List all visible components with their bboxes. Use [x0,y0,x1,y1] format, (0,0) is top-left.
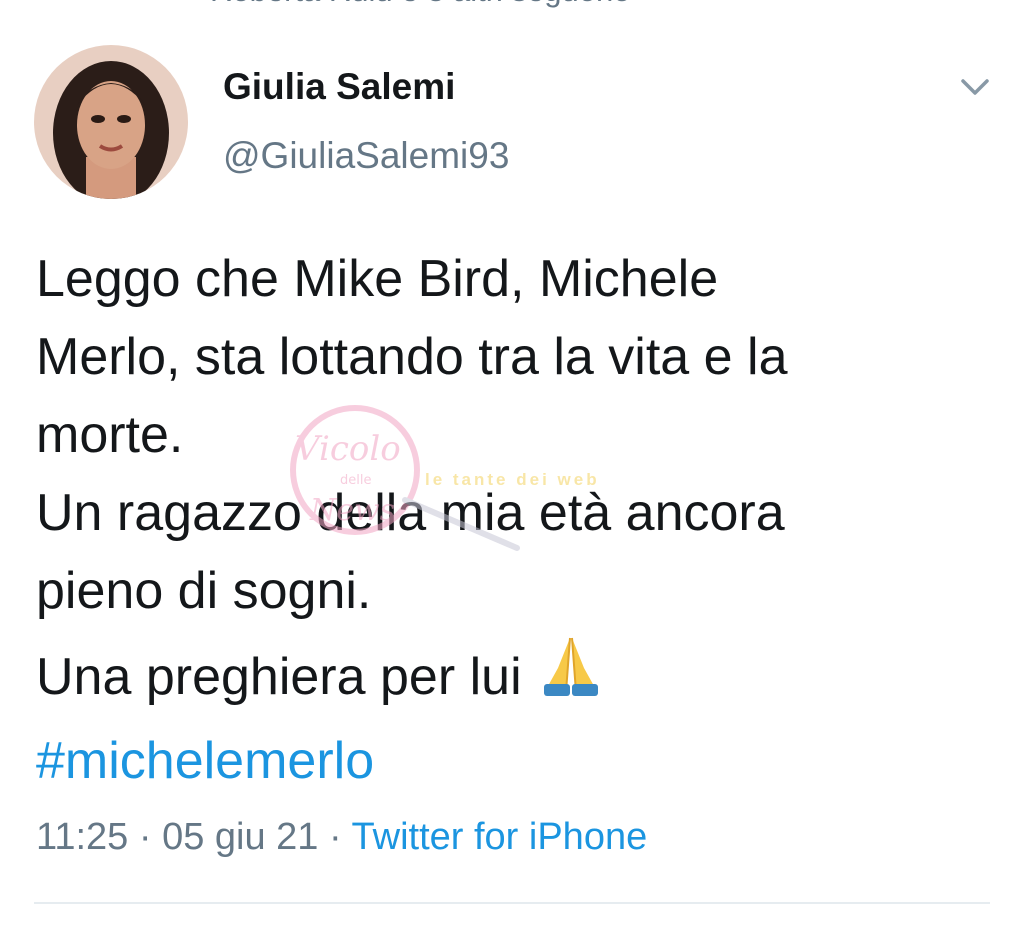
tweet-line: Un ragazzo della mia età ancora [36,484,785,542]
tweet-source-link[interactable]: Twitter for iPhone [352,816,648,858]
avatar-image [34,45,188,199]
tweet-line: morte. [36,406,184,464]
social-context[interactable]: Roberta Ruiu e 3 altri seguono [158,0,630,8]
tweet-line: Merlo, sta lottando tra la vita e la [36,328,788,386]
tweet-date[interactable]: 05 giu 21 [162,816,318,858]
tweet-line: Leggo che Mike Bird, Michele [36,250,719,308]
tweet-meta: 11:25 · 05 giu 21 · Twitter for iPhone [36,816,647,859]
tweet-text: Leggo che Mike Bird, Michele Merlo, sta … [36,240,996,800]
tweet-time: 11:25 [36,816,129,858]
folded-hands-icon [536,630,606,722]
divider [34,902,990,904]
tweet-line-with-emoji: Una preghiera per lui [36,630,996,722]
meta-separator: · [128,816,163,858]
tweet-line: pieno di sogni. [36,562,372,620]
tweet-line: Una preghiera per lui [36,648,522,706]
meta-separator: · [318,816,352,858]
hashtag-line: #michelemerlo [36,722,996,800]
social-context-text: Roberta Ruiu e 3 altri seguono [210,0,630,9]
author-name[interactable]: Giulia Salemi [223,66,455,108]
author-handle[interactable]: @GiuliaSalemi93 [223,135,509,177]
hashtag-link[interactable]: #michelemerlo [36,732,374,790]
chevron-down-icon[interactable] [958,74,992,100]
avatar[interactable] [34,45,188,199]
